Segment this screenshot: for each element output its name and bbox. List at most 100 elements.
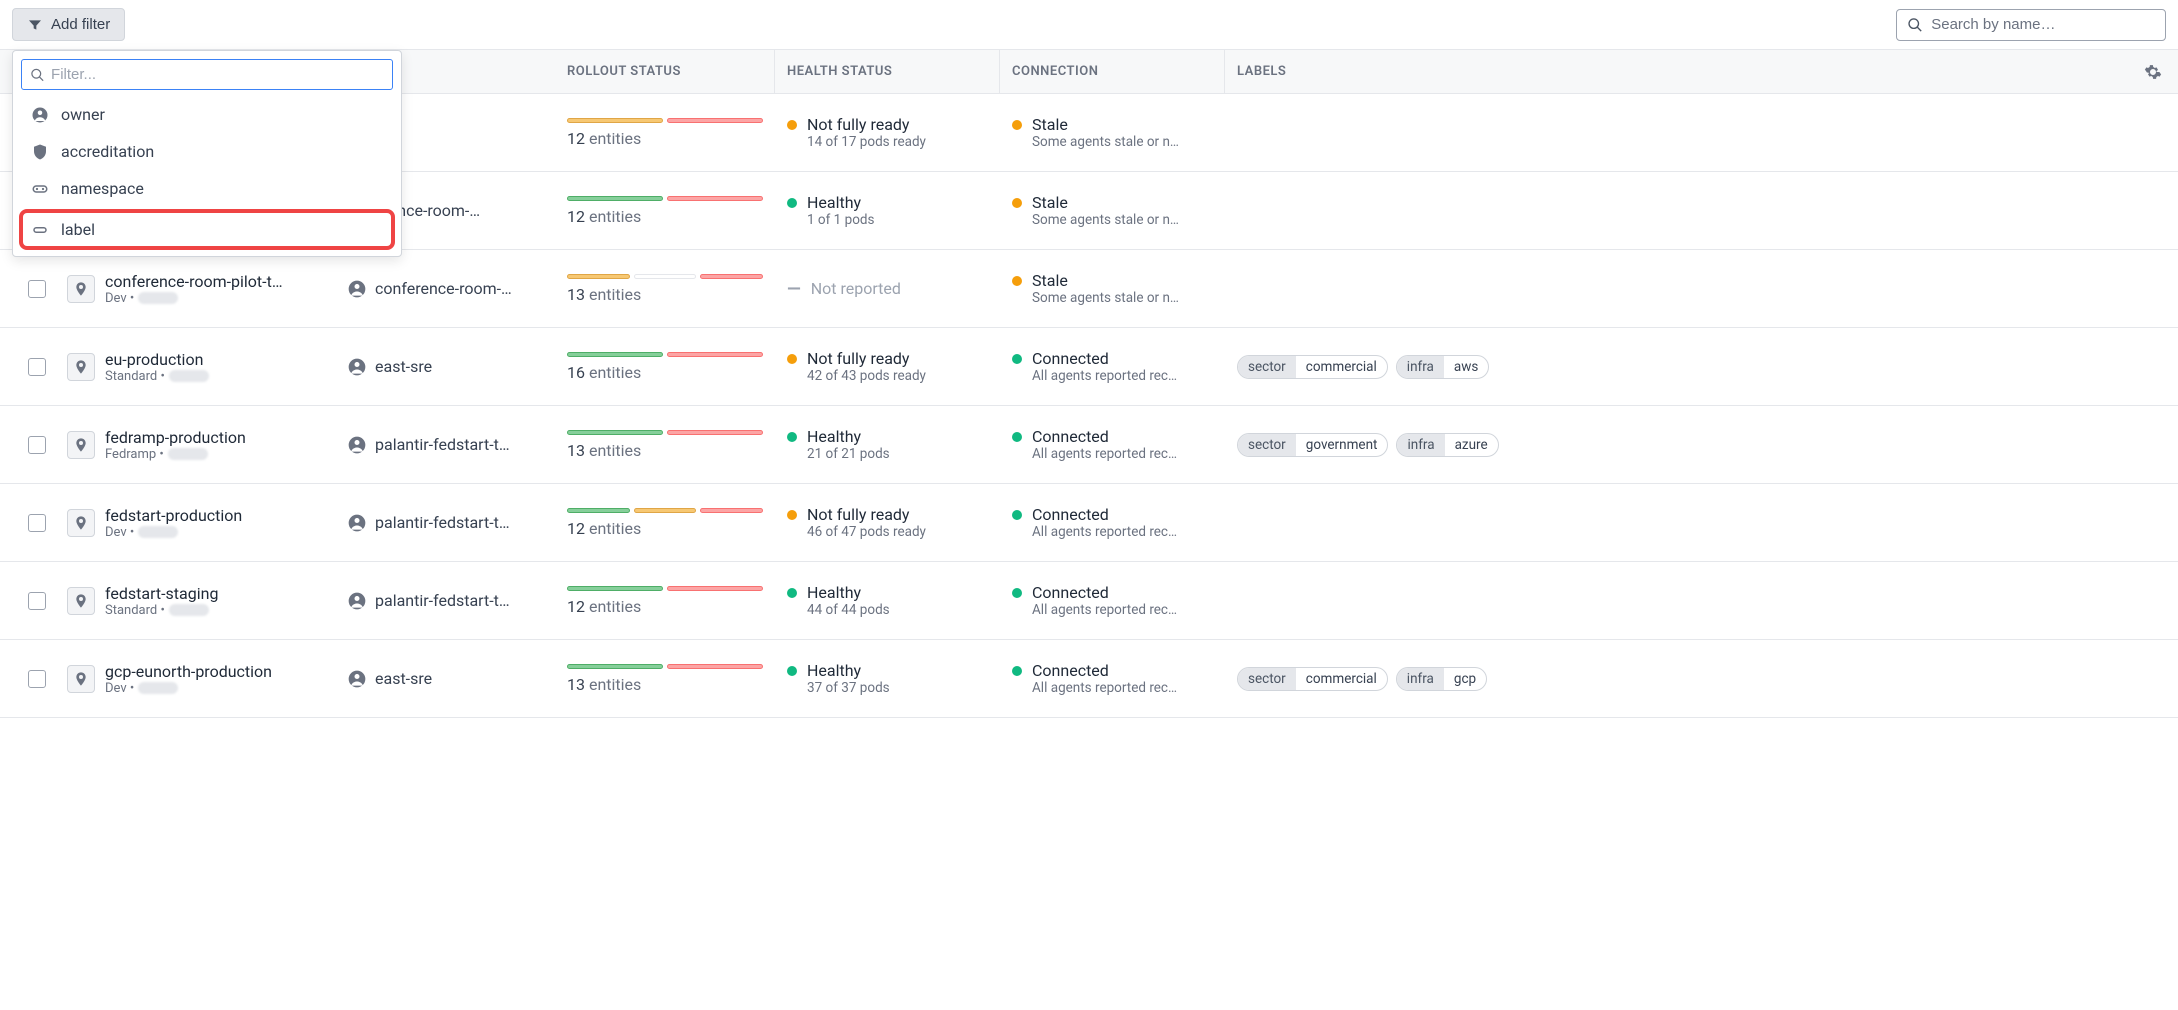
- health-sub: 37 of 37 pods: [807, 680, 890, 696]
- entities-count: 12 entities: [567, 597, 763, 616]
- header-connection-col[interactable]: CONNECTION: [1000, 50, 1225, 93]
- owner-cell[interactable]: east-sre: [335, 357, 555, 377]
- row-checkbox[interactable]: [28, 436, 46, 454]
- filter-option-owner[interactable]: owner: [21, 96, 393, 133]
- table-row[interactable]: fedstart-productionDev • palantir-fedsta…: [0, 484, 2178, 562]
- table-row[interactable]: conference-room-pilot-t…Dev • conference…: [0, 250, 2178, 328]
- filter-option-accreditation[interactable]: accreditation: [21, 133, 393, 170]
- row-checkbox[interactable]: [28, 358, 46, 376]
- owner-cell[interactable]: conference-room-…: [335, 279, 555, 299]
- table-settings-button[interactable]: [2128, 63, 2178, 81]
- owner-name: conference-room-…: [375, 279, 512, 298]
- owner-cell[interactable]: palantir-fedstart-t…: [335, 435, 555, 455]
- node-cell[interactable]: fedstart-productionDev •: [55, 506, 335, 540]
- filter-option-label[interactable]: label: [19, 209, 395, 250]
- row-checkbox[interactable]: [28, 514, 46, 532]
- owner-cell[interactable]: palantir-fedstart-t…: [335, 513, 555, 533]
- rollout-bars: [567, 352, 763, 357]
- table-row[interactable]: gcp-eunorth-productionDev • east-sre 13 e…: [0, 640, 2178, 718]
- node-icon: [67, 665, 95, 693]
- rollout-cell: 12 entities: [555, 586, 775, 616]
- health-sub: 44 of 44 pods: [807, 602, 890, 618]
- tag-icon: [31, 221, 49, 239]
- row-checkbox[interactable]: [28, 280, 46, 298]
- status-dot: [1012, 510, 1022, 520]
- node-cell[interactable]: gcp-eunorth-productionDev •: [55, 662, 335, 696]
- connection-title: Connected: [1032, 427, 1177, 446]
- node-cell[interactable]: fedramp-productionFedramp •: [55, 428, 335, 462]
- rollout-cell: 13 entities: [555, 274, 775, 304]
- node-subtitle: Standard •: [105, 369, 209, 384]
- label-pill[interactable]: infraaws: [1396, 355, 1490, 379]
- owner-name: palantir-fedstart-t…: [375, 513, 510, 532]
- rollout-bars: [567, 508, 763, 513]
- filter-search-wrap[interactable]: [21, 59, 393, 90]
- connection-cell: ConnectedAll agents reported rec…: [1000, 349, 1225, 384]
- node-subtitle: Dev •: [105, 681, 272, 696]
- toolbar: Add filter owner accreditation namespace…: [0, 0, 2178, 50]
- add-filter-button[interactable]: Add filter: [12, 8, 125, 41]
- node-icon: [67, 275, 95, 303]
- filter-dropdown: owner accreditation namespace label: [12, 50, 402, 257]
- row-checkbox[interactable]: [28, 592, 46, 610]
- node-icon: [67, 353, 95, 381]
- header-rollout-col[interactable]: ROLLOUT STATUS: [555, 50, 775, 93]
- filter-icon: [27, 17, 43, 33]
- node-icon: [67, 509, 95, 537]
- owner-name: palantir-fedstart-t…: [375, 591, 510, 610]
- search-box[interactable]: [1896, 9, 2166, 41]
- status-dot: [787, 354, 797, 364]
- node-cell[interactable]: fedstart-stagingStandard •: [55, 584, 335, 618]
- connection-sub: All agents reported rec…: [1032, 680, 1177, 696]
- shield-icon: [31, 143, 49, 161]
- rollout-cell: 12 entities: [555, 196, 775, 226]
- table-row[interactable]: eu-productionStandard • east-sre 16 entit…: [0, 328, 2178, 406]
- health-sub: 21 of 21 pods: [807, 446, 890, 462]
- owner-name: palantir-fedstart-t…: [375, 435, 510, 454]
- table-row[interactable]: fedstart-stagingStandard • palantir-feds…: [0, 562, 2178, 640]
- label-pill[interactable]: infraazure: [1396, 433, 1498, 457]
- owner-cell[interactable]: east-sre: [335, 669, 555, 689]
- health-cell: Healthy1 of 1 pods: [775, 193, 1000, 228]
- add-filter-label: Add filter: [51, 16, 110, 33]
- health-title: Not fully ready: [807, 349, 926, 368]
- status-dot: [787, 432, 797, 442]
- status-dot: [787, 120, 797, 130]
- owner-cell[interactable]: palantir-fedstart-t…: [335, 591, 555, 611]
- label-pill[interactable]: sectorcommercial: [1237, 355, 1388, 379]
- label-pill[interactable]: sectorcommercial: [1237, 667, 1388, 691]
- entities-count: 16 entities: [567, 363, 763, 382]
- search-input[interactable]: [1931, 16, 2155, 33]
- header-labels-col[interactable]: LABELS: [1225, 50, 2128, 93]
- gear-icon: [2144, 63, 2162, 81]
- label-pill[interactable]: infragcp: [1396, 667, 1487, 691]
- label-pill[interactable]: sectorgovernment: [1237, 433, 1388, 457]
- connection-cell: ConnectedAll agents reported rec…: [1000, 427, 1225, 462]
- connection-sub: Some agents stale or n…: [1032, 290, 1179, 306]
- connection-title: Connected: [1032, 349, 1177, 368]
- rollout-bars: [567, 586, 763, 591]
- status-dot: [1012, 666, 1022, 676]
- labels-cell: sectorcommercial infraaws: [1225, 355, 2128, 379]
- entities-count: 12 entities: [567, 129, 763, 148]
- connection-title: Connected: [1032, 583, 1177, 602]
- connection-title: Stale: [1032, 193, 1179, 212]
- rollout-cell: 12 entities: [555, 118, 775, 148]
- connection-title: Connected: [1032, 661, 1177, 680]
- connection-cell: StaleSome agents stale or n…: [1000, 271, 1225, 306]
- header-connection-label: CONNECTION: [1012, 64, 1098, 79]
- row-checkbox[interactable]: [28, 670, 46, 688]
- table-row[interactable]: fedramp-productionFedramp • palantir-fed…: [0, 406, 2178, 484]
- node-icon: [67, 431, 95, 459]
- entities-count: 13 entities: [567, 675, 763, 694]
- header-health-label: HEALTH STATUS: [787, 64, 892, 79]
- connection-cell: StaleSome agents stale or n…: [1000, 115, 1225, 150]
- status-dot: [1012, 432, 1022, 442]
- filter-search-input[interactable]: [51, 66, 384, 83]
- status-dot: [1012, 198, 1022, 208]
- node-subtitle: Fedramp •: [105, 447, 246, 462]
- node-cell[interactable]: eu-productionStandard •: [55, 350, 335, 384]
- header-health-col[interactable]: HEALTH STATUS: [775, 50, 1000, 93]
- filter-option-namespace[interactable]: namespace: [21, 170, 393, 207]
- node-cell[interactable]: conference-room-pilot-t…Dev •: [55, 272, 335, 306]
